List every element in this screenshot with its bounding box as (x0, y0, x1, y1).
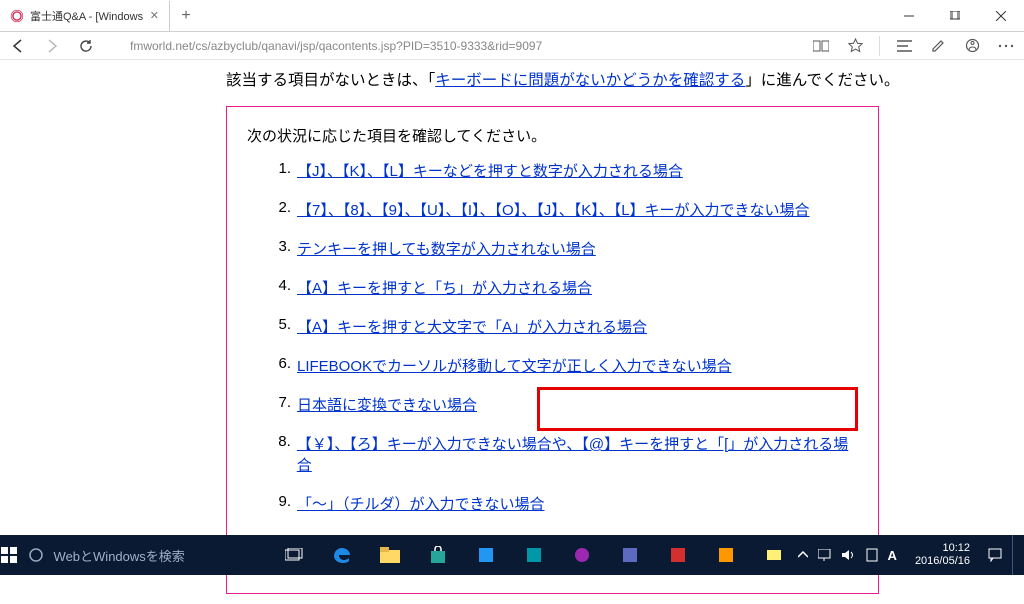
network-icon[interactable] (818, 549, 832, 561)
list-item: 5.【A】キーを押すと大文字で「A」が入力される場合 (269, 316, 858, 337)
task-icons (270, 535, 798, 575)
url-field[interactable]: fmworld.net/cs/azbyclub/qanavi/jsp/qacon… (106, 39, 801, 53)
ime-indicator[interactable]: A (888, 548, 897, 563)
refresh-button[interactable] (72, 32, 100, 60)
situation-link[interactable]: テンキーを押しても数字が入力されない場合 (297, 238, 596, 259)
address-bar: fmworld.net/cs/azbyclub/qanavi/jsp/qacon… (0, 32, 1024, 60)
list-item: 8.【￥】、【ろ】キーが入力できない場合や、【@】キーを押すと「[」が入力される… (269, 433, 858, 475)
start-button[interactable] (0, 535, 18, 575)
situation-link[interactable]: LIFEBOOKでカーソルが移動して文字が正しく入力できない場合 (297, 355, 732, 376)
list-item: 1.【J】、【K】、【L】キーなどを押すと数字が入力される場合 (269, 160, 858, 181)
situation-link[interactable]: 日本語に変換できない場合 (297, 394, 477, 415)
situation-link[interactable]: 【A】キーを押すと「ち」が入力される場合 (297, 277, 592, 298)
explorer-icon[interactable] (366, 535, 414, 575)
clock[interactable]: 10:12 2016/05/16 (907, 542, 978, 568)
page-content: 該当する項目がないときは、「キーボードに問題がないかどうかを確認する」に進んでく… (0, 60, 1024, 604)
app5-icon[interactable] (654, 535, 702, 575)
titlebar: 富士通Q&A - [Windows ✕ + (0, 0, 1024, 32)
tab-title: 富士通Q&A - [Windows (30, 8, 143, 24)
situation-list: 1.【J】、【K】、【L】キーなどを押すと数字が入力される場合 2.【7】、【8… (247, 160, 858, 553)
list-item: 2.【7】、【8】、【9】、【U】、【I】、【O】、【J】、【K】、【L】キーが… (269, 199, 858, 220)
forward-button[interactable] (38, 32, 66, 60)
situation-link[interactable]: 【￥】、【ろ】キーが入力できない場合や、【@】キーを押すと「[」が入力される場合 (297, 433, 858, 475)
list-item: 6.LIFEBOOKでカーソルが移動して文字が正しく入力できない場合 (269, 355, 858, 376)
minimize-button[interactable] (886, 0, 932, 32)
app2-icon[interactable] (510, 535, 558, 575)
situation-link[interactable]: 【J】、【K】、【L】キーなどを押すと数字が入力される場合 (297, 160, 683, 181)
taskbar-search[interactable]: WebとWindowsを検索 (18, 535, 270, 575)
system-tray: A 10:12 2016/05/16 (798, 535, 1024, 575)
search-placeholder: WebとWindowsを検索 (54, 546, 185, 565)
volume-icon[interactable] (842, 549, 856, 561)
taskview-icon[interactable] (270, 535, 318, 575)
app4-icon[interactable] (606, 535, 654, 575)
cortana-icon (28, 547, 44, 563)
app6-icon[interactable] (702, 535, 750, 575)
situation-link[interactable]: 【7】、【8】、【9】、【U】、【I】、【O】、【J】、【K】、【L】キーが入力… (297, 199, 810, 220)
webnote-icon[interactable] (924, 32, 952, 60)
situation-link[interactable]: 「～」（チルダ）が入力できない場合 (297, 493, 545, 514)
edge-icon[interactable] (318, 535, 366, 575)
close-window-button[interactable] (978, 0, 1024, 32)
app7-icon[interactable] (750, 535, 798, 575)
store-icon[interactable] (414, 535, 462, 575)
action-center-icon[interactable] (988, 548, 1002, 562)
list-item: 4.【A】キーを押すと「ち」が入力される場合 (269, 277, 858, 298)
tray-chevron-icon[interactable] (798, 551, 808, 559)
maximize-button[interactable] (932, 0, 978, 32)
intro-link[interactable]: キーボードに問題がないかどうかを確認する (435, 72, 745, 89)
taskbar: WebとWindowsを検索 A 10:12 2016/05/16 (0, 535, 1024, 575)
share-icon[interactable] (958, 32, 986, 60)
more-icon[interactable] (992, 32, 1020, 60)
separator (879, 36, 880, 56)
notes-icon[interactable] (866, 548, 878, 562)
situation-link[interactable]: 【A】キーを押すと大文字で「A」が入力される場合 (297, 316, 647, 337)
app1-icon[interactable] (462, 535, 510, 575)
favicon-icon (10, 9, 24, 23)
list-item: 3.テンキーを押しても数字が入力されない場合 (269, 238, 858, 259)
new-tab-button[interactable]: + (170, 7, 202, 25)
intro-text: 該当する項目がないときは、「キーボードに問題がないかどうかを確認する」に進んでく… (226, 68, 1024, 90)
close-tab-icon[interactable]: ✕ (150, 9, 159, 22)
list-item: 7.日本語に変換できない場合 (269, 394, 858, 415)
back-button[interactable] (4, 32, 32, 60)
app3-icon[interactable] (558, 535, 606, 575)
reading-view-icon[interactable] (807, 32, 835, 60)
hub-icon[interactable] (890, 32, 918, 60)
show-desktop-button[interactable] (1012, 535, 1020, 575)
situation-box: 次の状況に応じた項目を確認してください。 1.【J】、【K】、【L】キーなどを押… (226, 106, 879, 594)
window-controls (886, 0, 1024, 32)
box-title: 次の状況に応じた項目を確認してください。 (247, 125, 858, 146)
browser-tab[interactable]: 富士通Q&A - [Windows ✕ (0, 1, 170, 31)
list-item: 9.「～」（チルダ）が入力できない場合 (269, 493, 858, 514)
favorite-icon[interactable] (841, 32, 869, 60)
